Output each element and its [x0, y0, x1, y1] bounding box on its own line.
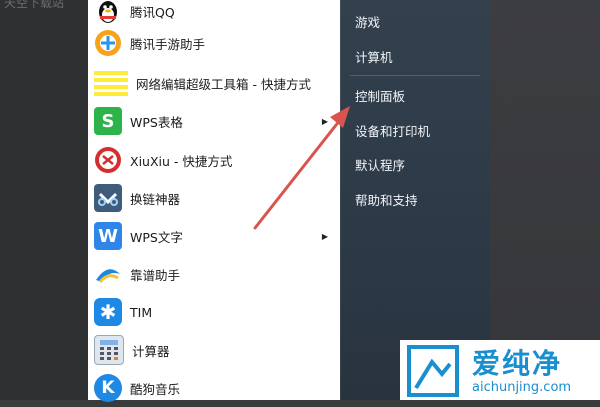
program-item-kugou-music[interactable]: K 酷狗音乐	[88, 369, 340, 407]
program-item-calculator[interactable]: 计算器	[88, 331, 340, 369]
program-label: 换链神器	[130, 191, 181, 207]
wps-spreadsheet-icon: S	[94, 107, 122, 135]
right-pane-item-games[interactable]: 游戏	[355, 12, 380, 31]
program-item-toolbox[interactable]: 网络编辑超级工具箱 - 快捷方式	[88, 64, 340, 102]
desktop-background-left: 天空下载站	[0, 0, 88, 400]
watermark-url: aichunjing.com	[472, 380, 572, 395]
desktop-partial-text: 天空下载站	[4, 0, 65, 10]
calculator-icon	[94, 335, 124, 365]
toolbox-icon	[94, 69, 128, 97]
right-pane-item-control-panel[interactable]: 控制面板	[355, 86, 405, 105]
link-tool-icon	[94, 184, 122, 212]
kugou-music-icon: K	[94, 374, 122, 402]
program-label: 腾讯QQ	[130, 4, 175, 20]
program-label: 靠谱助手	[130, 267, 181, 283]
program-label: 计算器	[132, 343, 170, 359]
wps-writer-icon: W	[94, 222, 122, 250]
submenu-arrow-icon: ▶	[321, 231, 328, 241]
program-item-xiuxiu[interactable]: XiuXiu - 快捷方式	[88, 141, 340, 179]
tim-icon: ✱	[94, 298, 122, 326]
tencent-game-assistant-icon	[94, 29, 122, 57]
program-label: 腾讯手游助手	[130, 36, 206, 52]
program-item-kaopu-assistant[interactable]: 靠谱助手	[88, 255, 340, 293]
xiuxiu-icon	[94, 146, 122, 174]
watermark-title: 爱纯净	[472, 347, 563, 380]
program-label: 网络编辑超级工具箱 - 快捷方式	[136, 76, 311, 92]
watermark-logo-icon	[407, 345, 459, 397]
program-label: WPS文字	[130, 229, 183, 245]
program-item-link-tool[interactable]: 换链神器	[88, 179, 340, 217]
start-menu-programs-pane: 腾讯QQ 腾讯手游助手 网络编辑超级工具箱 - 快捷方式 S WPS表格 ▶ X…	[88, 0, 341, 402]
program-label: WPS表格	[130, 114, 183, 130]
program-item-wps-spreadsheet[interactable]: S WPS表格 ▶	[88, 102, 340, 140]
program-label: XiuXiu - 快捷方式	[130, 153, 233, 169]
right-pane-separator	[350, 75, 480, 76]
program-label: 酷狗音乐	[130, 381, 181, 397]
kaopu-assistant-icon	[94, 260, 122, 288]
program-item-tim[interactable]: ✱ TIM	[88, 293, 340, 331]
right-pane-item-default-programs[interactable]: 默认程序	[355, 155, 405, 174]
program-item-wps-writer[interactable]: W WPS文字 ▶	[88, 217, 340, 255]
qq-penguin-icon	[94, 0, 122, 25]
program-label: TIM	[130, 304, 153, 320]
program-item-tencent-game-assistant[interactable]: 腾讯手游助手	[88, 24, 340, 62]
right-pane-item-devices-printers[interactable]: 设备和打印机	[355, 121, 430, 140]
right-pane-item-computer[interactable]: 计算机	[355, 47, 393, 66]
submenu-arrow-icon: ▶	[321, 116, 328, 126]
right-pane-item-help-support[interactable]: 帮助和支持	[355, 190, 418, 209]
watermark: 爱纯净 aichunjing.com	[400, 340, 600, 400]
